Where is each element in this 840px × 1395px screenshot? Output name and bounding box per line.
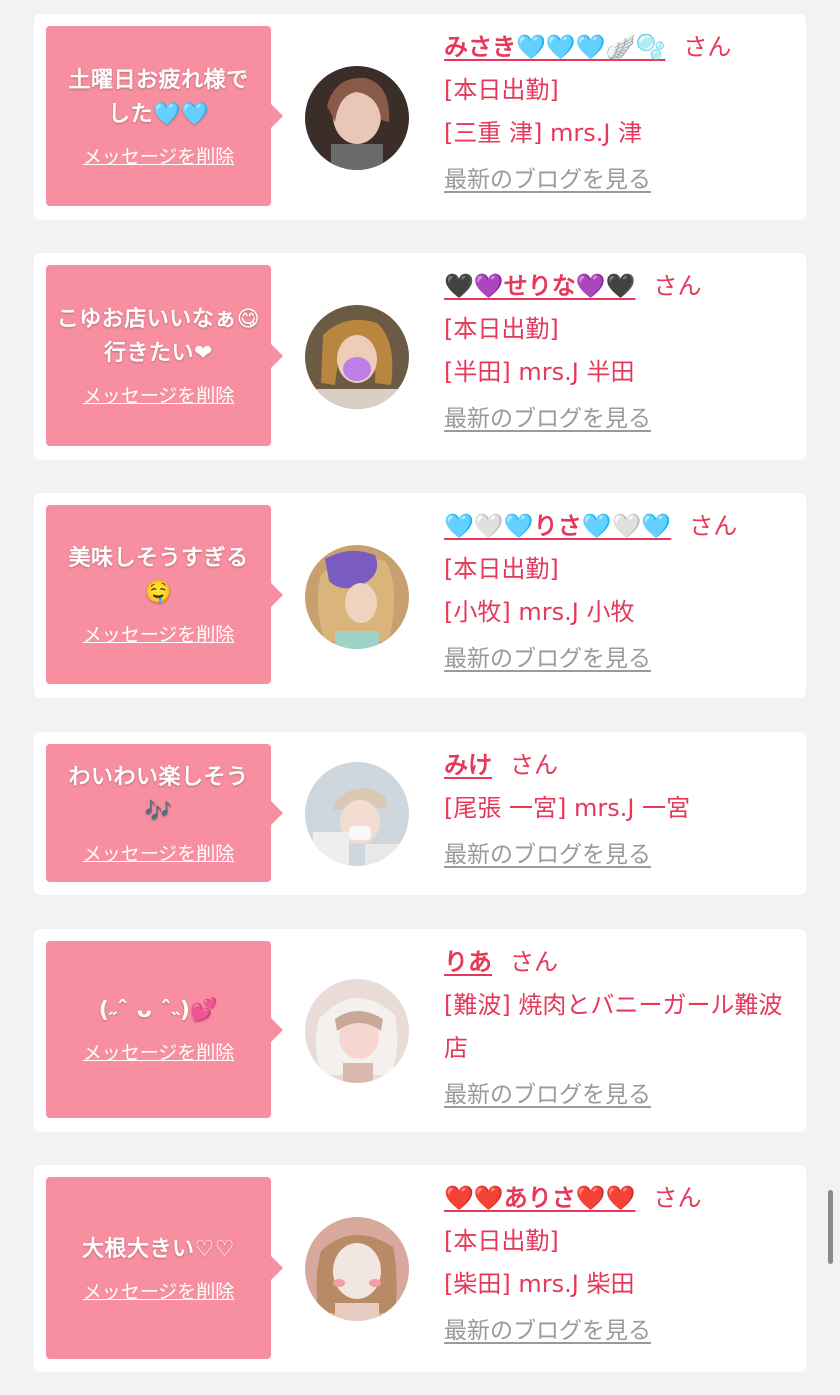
girl-name-link[interactable]: みさき🩵🩵🩵🪽🫧 xyxy=(444,33,665,61)
girl-info: みけ さん [尾張 一宮] mrs.J 一宮 最新のブログを見る xyxy=(444,744,794,877)
girl-name-link[interactable]: りあ xyxy=(444,948,492,976)
shop-line: [柴田] mrs.J 柴田 xyxy=(444,1270,635,1298)
message-bubble: 土曜日お疲れ様でした🩵🩵 メッセージを削除 xyxy=(46,26,283,206)
delete-message-link[interactable]: メッセージを削除 xyxy=(83,839,235,866)
honorific: さん xyxy=(683,33,732,61)
message-card: 土曜日お疲れ様でした🩵🩵 メッセージを削除 みさき🩵🩵🩵🪽🫧 さん [本日出勤] … xyxy=(34,14,806,220)
message-card: 大根大きい♡♡ メッセージを削除 ❤️❤️ありさ❤️❤️ さん [本日出勤] [柴… xyxy=(34,1165,806,1372)
delete-message-link[interactable]: メッセージを削除 xyxy=(83,381,235,408)
avatar[interactable] xyxy=(305,979,409,1083)
message-text: わいわい楽しそう🎶 xyxy=(68,764,249,824)
shop-line: [三重 津] mrs.J 津 xyxy=(444,119,643,147)
message-text: (˶ˆ ᴗ ˆ˵)💕 xyxy=(98,998,219,1023)
girl-info: 🖤💜せりな💜🖤 さん [本日出勤] [半田] mrs.J 半田 最新のブログを見る xyxy=(444,265,794,441)
delete-message-link[interactable]: メッセージを削除 xyxy=(83,620,235,647)
girl-name-link[interactable]: ❤️❤️ありさ❤️❤️ xyxy=(444,1184,636,1212)
status-line: [本日出勤] xyxy=(444,1227,559,1255)
latest-blog-link[interactable]: 最新のブログを見る xyxy=(444,1074,651,1117)
message-bubble: わいわい楽しそう🎶 メッセージを削除 xyxy=(46,744,283,882)
status-line: [本日出勤] xyxy=(444,76,559,104)
honorific: さん xyxy=(510,751,558,779)
message-bubble: こゆお店いいなぁ😋行きたい❤ メッセージを削除 xyxy=(46,265,283,446)
latest-blog-link[interactable]: 最新のブログを見る xyxy=(444,159,651,202)
message-text: 大根大きい♡♡ xyxy=(82,1236,235,1262)
honorific: さん xyxy=(689,512,738,540)
shop-line: [半田] mrs.J 半田 xyxy=(444,358,635,386)
girl-name-link[interactable]: 🖤💜せりな💜🖤 xyxy=(444,272,636,300)
avatar[interactable] xyxy=(305,545,409,649)
girl-name-link[interactable]: みけ xyxy=(444,751,492,779)
message-card: こゆお店いいなぁ😋行きたい❤ メッセージを削除 🖤💜せりな💜🖤 さん [本日出勤]… xyxy=(34,253,806,460)
avatar[interactable] xyxy=(305,305,409,409)
status-line: [本日出勤] xyxy=(444,555,559,583)
delete-message-link[interactable]: メッセージを削除 xyxy=(83,1277,235,1304)
shop-line: [小牧] mrs.J 小牧 xyxy=(444,598,635,626)
latest-blog-link[interactable]: 最新のブログを見る xyxy=(444,638,651,681)
girl-info: 🩵🤍🩵りさ🩵🤍🩵 さん [本日出勤] [小牧] mrs.J 小牧 最新のブログを見… xyxy=(444,505,794,681)
message-text: 美味しそうすぎる🤤 xyxy=(68,546,249,605)
message-bubble: 美味しそうすぎる🤤 メッセージを削除 xyxy=(46,505,283,684)
girl-info: ❤️❤️ありさ❤️❤️ さん [本日出勤] [柴田] mrs.J 柴田 最新のブロ… xyxy=(444,1177,794,1353)
delete-message-link[interactable]: メッセージを削除 xyxy=(83,142,235,169)
message-bubble: 大根大きい♡♡ メッセージを削除 xyxy=(46,1177,283,1359)
status-line: [本日出勤] xyxy=(444,315,559,343)
message-bubble: (˶ˆ ᴗ ˆ˵)💕 メッセージを削除 xyxy=(46,941,283,1118)
shop-line: [難波] 焼肉とバニーガール難波店 xyxy=(444,991,783,1062)
avatar[interactable] xyxy=(305,762,409,866)
message-text: 土曜日お疲れ様でした🩵🩵 xyxy=(68,67,249,127)
scrollbar[interactable] xyxy=(828,1190,833,1264)
girl-info: りあ さん [難波] 焼肉とバニーガール難波店 最新のブログを見る xyxy=(444,941,794,1117)
avatar[interactable] xyxy=(305,1217,409,1321)
girl-name-link[interactable]: 🩵🤍🩵りさ🩵🤍🩵 xyxy=(444,512,671,540)
avatar[interactable] xyxy=(305,66,409,170)
shop-line: [尾張 一宮] mrs.J 一宮 xyxy=(444,794,691,822)
honorific: さん xyxy=(510,948,558,976)
message-card: わいわい楽しそう🎶 メッセージを削除 みけ さん [尾張 一宮] mrs.J 一宮… xyxy=(34,732,806,895)
girl-info: みさき🩵🩵🩵🪽🫧 さん [本日出勤] [三重 津] mrs.J 津 最新のブログを… xyxy=(444,26,794,202)
honorific: さん xyxy=(653,272,702,300)
delete-message-link[interactable]: メッセージを削除 xyxy=(83,1038,235,1065)
latest-blog-link[interactable]: 最新のブログを見る xyxy=(444,1310,651,1353)
message-card: (˶ˆ ᴗ ˆ˵)💕 メッセージを削除 りあ さん [難波] 焼肉とバニーガール難… xyxy=(34,929,806,1132)
message-card: 美味しそうすぎる🤤 メッセージを削除 🩵🤍🩵りさ🩵🤍🩵 さん [本日出勤] [小牧… xyxy=(34,493,806,698)
message-text: こゆお店いいなぁ😋行きたい❤ xyxy=(56,307,261,366)
honorific: さん xyxy=(653,1184,702,1212)
latest-blog-link[interactable]: 最新のブログを見る xyxy=(444,398,651,441)
latest-blog-link[interactable]: 最新のブログを見る xyxy=(444,834,651,877)
